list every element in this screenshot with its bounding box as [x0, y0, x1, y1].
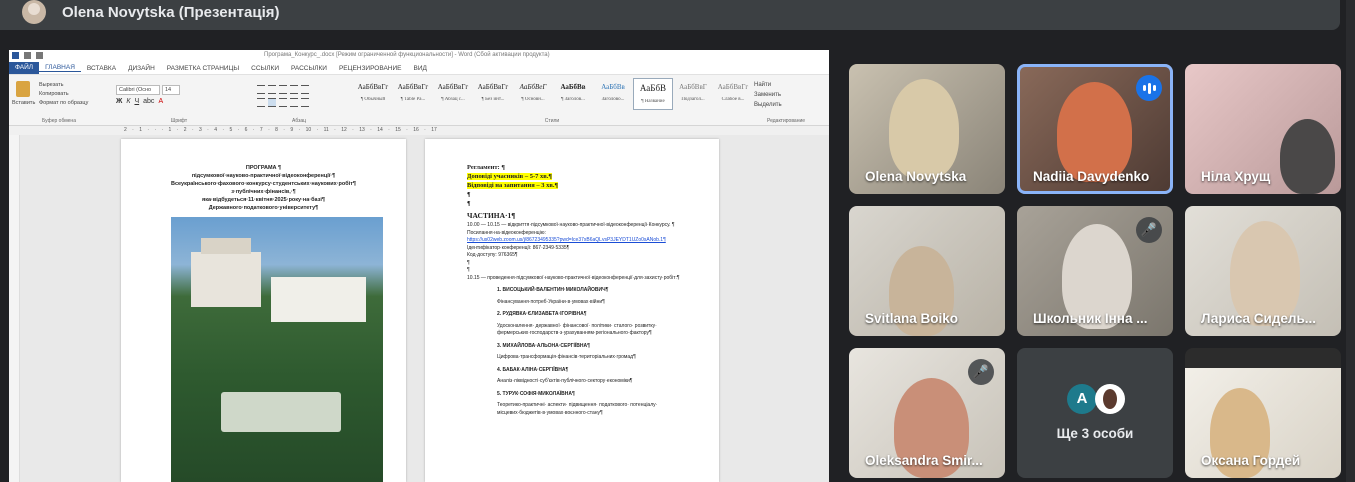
program-heading: ПРОГРАМА ¶ підсумкової·науково-практично… — [171, 165, 356, 211]
right-edge-strip — [1346, 0, 1355, 482]
participant-tile[interactable]: 🎤 Oleksandra Smir... — [849, 348, 1005, 478]
speaking-indicator-icon — [1136, 75, 1162, 101]
tab-review[interactable]: РЕЦЕНЗИРОВАНИЕ — [333, 65, 408, 72]
participant-name: Лариса Сидель... — [1201, 311, 1317, 326]
participant-name: Svitlana Boiko — [865, 311, 959, 326]
styles-group-label: Стили — [544, 118, 560, 124]
editing-group: Редактирование — [751, 75, 821, 125]
strikethrough-button[interactable]: abc — [143, 98, 154, 105]
university-photo — [171, 217, 383, 482]
word-titlebar: Програма_Конкурс_.docx [Режим ограниченн… — [9, 50, 829, 62]
ruler-numbers: 2 · 1 · · · 1 · 2 · 3 · 4 · 5 · 6 · 7 · … — [124, 127, 437, 133]
tab-design[interactable]: ДИЗАЙН — [122, 65, 161, 72]
participant-tile[interactable]: 🎤 Школьник Інна ... — [1017, 206, 1173, 336]
participant-initial-avatar: A — [1067, 384, 1097, 414]
tab-references[interactable]: ССЫЛКИ — [245, 65, 285, 72]
more-participants-tile[interactable]: A Ще 3 особи — [1017, 348, 1173, 478]
presenter-bar: Olena Novytska (Презентація) — [0, 0, 1340, 30]
participant-name: Ніла Хрущ — [1201, 169, 1271, 184]
paragraph-group: Абзац — [249, 75, 349, 125]
clipboard-group: Вставить Вырезать Копировать Формат по о… — [9, 75, 109, 125]
participant-video — [1057, 82, 1132, 182]
participant-tile[interactable]: Оксана Гордей — [1185, 348, 1341, 478]
participant-name: Nadiia Davydenko — [1033, 169, 1150, 184]
font-color-button[interactable]: A — [158, 98, 163, 105]
participant-tile[interactable]: Olena Novytska — [849, 64, 1005, 194]
presenter-avatar — [22, 0, 46, 24]
copy-button[interactable]: Копировать — [39, 90, 88, 99]
reglament-block: Регламент: ¶ Доповіді учасників – 5-7 хв… — [467, 164, 558, 207]
format-painter-button[interactable]: Формат по образцу — [39, 99, 88, 108]
participant-tile[interactable]: Лариса Сидель... — [1185, 206, 1341, 336]
quick-access-toolbar[interactable] — [12, 52, 43, 59]
participant-tile[interactable]: Svitlana Boiko — [849, 206, 1005, 336]
tab-mailings[interactable]: РАССЫЛКИ — [285, 65, 333, 72]
participant-name: Oleksandra Smir... — [865, 453, 983, 468]
tab-view[interactable]: ВИД — [407, 65, 432, 72]
tab-file[interactable]: ФАЙЛ — [9, 62, 40, 74]
save-icon[interactable] — [24, 52, 31, 59]
zoom-link[interactable]: https://us02web.zoom.us/j/86723495335?pw… — [467, 237, 705, 245]
document-page-1[interactable]: ПРОГРАМА ¶ підсумкової·науково-практично… — [121, 139, 406, 482]
document-area[interactable]: ПРОГРАМА ¶ підсумкової·науково-практично… — [9, 135, 829, 482]
shared-screen-word: Програма_Конкурс_.docx [Режим ограниченн… — [9, 50, 829, 482]
tab-layout[interactable]: РАЗМЕТКА СТРАНИЦЫ — [161, 65, 245, 72]
clipboard-group-label: Буфер обмена — [42, 118, 76, 124]
participant-name: Оксана Гордей — [1201, 453, 1301, 468]
participant-tile-speaking[interactable]: Nadiia Davydenko — [1017, 64, 1173, 194]
ribbon: Вставить Вырезать Копировать Формат по о… — [9, 75, 829, 126]
font-group-label: Шрифт — [170, 118, 188, 124]
program-body: 10.00 — 10.15 — відкриття·підсумкової·на… — [467, 222, 705, 417]
more-avatars: A — [1067, 384, 1125, 414]
underline-button[interactable]: Ч — [134, 98, 139, 105]
italic-button[interactable]: К — [126, 98, 130, 105]
bold-button[interactable]: Ж — [116, 98, 122, 105]
participant-video — [889, 79, 959, 179]
presenter-title: Olena Novytska (Презентація) — [62, 4, 280, 21]
styles-group: Стили — [353, 75, 751, 125]
participant-photo-avatar — [1095, 384, 1125, 414]
document-page-2[interactable]: Регламент: ¶ Доповіді учасників – 5-7 хв… — [425, 139, 719, 482]
paste-button[interactable]: Вставить — [12, 100, 35, 106]
word-logo-icon — [12, 52, 19, 59]
tab-home[interactable]: ГЛАВНАЯ — [39, 64, 81, 72]
font-size-select[interactable]: 14 — [162, 85, 180, 95]
tab-insert[interactable]: ВСТАВКА — [81, 65, 122, 72]
more-participants-label: Ще 3 особи — [1056, 426, 1134, 441]
participant-name: Olena Novytska — [865, 169, 967, 184]
editing-group-label: Редактирование — [766, 118, 806, 124]
undo-icon[interactable] — [36, 52, 43, 59]
document-title: Програма_Конкурс_.docx [Режим ограниченн… — [264, 52, 550, 58]
cut-button[interactable]: Вырезать — [39, 81, 88, 90]
font-name-select[interactable]: Calibri (Осно — [116, 85, 160, 95]
ribbon-tabs: ФАЙЛ ГЛАВНАЯ ВСТАВКА ДИЗАЙН РАЗМЕТКА СТР… — [9, 62, 829, 75]
participant-tile[interactable]: Ніла Хрущ — [1185, 64, 1341, 194]
paragraph-group-label: Абзац — [291, 118, 307, 124]
mic-muted-icon: 🎤 — [1136, 217, 1162, 243]
participant-name: Школьник Інна ... — [1033, 311, 1148, 326]
mic-muted-icon: 🎤 — [968, 359, 994, 385]
part-heading: ЧАСТИНА·1¶ — [467, 211, 516, 220]
participant-video — [1280, 119, 1335, 194]
vertical-ruler[interactable] — [9, 135, 20, 482]
paste-icon[interactable] — [16, 81, 30, 97]
